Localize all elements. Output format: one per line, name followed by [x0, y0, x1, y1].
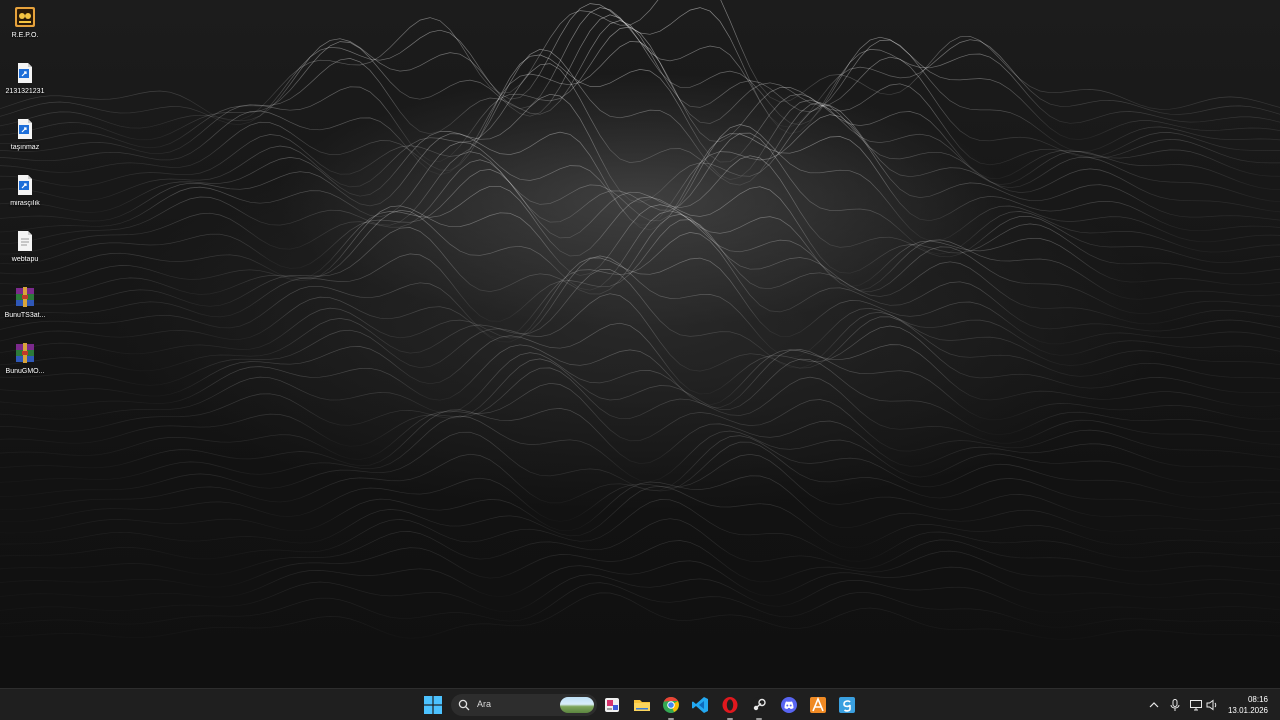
mesh-line — [0, 382, 1280, 460]
shortcut-file-icon — [13, 173, 37, 197]
steam-icon — [751, 697, 767, 713]
vscode-icon — [692, 697, 708, 713]
clock-time: 08:16 — [1247, 695, 1268, 704]
tray-clock[interactable]: 08:16 13.01.2026 — [1228, 694, 1268, 716]
desktop-icon-label: BunuTS3at... — [4, 312, 46, 319]
desktop-icon-mirascilik[interactable]: mirasçılık — [0, 171, 50, 221]
mesh-line — [0, 14, 1280, 141]
mesh-line — [0, 48, 1280, 191]
mesh-line — [0, 63, 1280, 203]
search-placeholder: Ara — [477, 699, 492, 709]
taskbar-search-box[interactable]: Ara — [451, 694, 597, 716]
search-icon — [458, 699, 470, 711]
network-monitor-icon — [1190, 700, 1202, 711]
mesh-line — [0, 3, 1280, 128]
tray-volume[interactable] — [1205, 698, 1219, 712]
desktop-icon-label: taşınmaz — [10, 144, 40, 151]
mesh-line — [0, 255, 1280, 358]
desktop-icon-label: mirasçılık — [10, 200, 40, 207]
tray-overflow-chevron[interactable] — [1147, 698, 1161, 712]
repo-game-icon — [13, 5, 37, 29]
taskbar-app-vscode[interactable] — [690, 695, 710, 715]
desktop-icon-label: R.E.P.O. — [11, 32, 39, 39]
mesh-line — [0, 592, 1280, 640]
snipping-tool-icon — [605, 698, 619, 712]
mesh-line — [0, 20, 1280, 152]
taskbar-app-discord[interactable] — [779, 695, 799, 715]
tray-network[interactable] — [1189, 698, 1203, 712]
chevron-up-icon — [1149, 702, 1159, 708]
opera-icon — [722, 697, 738, 713]
microphone-icon — [1170, 699, 1180, 711]
start-button[interactable] — [424, 696, 442, 714]
desktop-icon-label: BunuGMO... — [5, 368, 45, 375]
desktop-icon-bunuts3at[interactable]: BunuTS3at... — [0, 283, 50, 333]
desktop-icon-2131321231[interactable]: 2131321231 — [0, 59, 50, 109]
taskbar: Ara 08:16 13.01.2026 — [0, 688, 1280, 720]
desktop-wallpaper — [0, 0, 1280, 688]
mesh-line — [0, 232, 1280, 340]
speaker-icon — [1206, 699, 1217, 711]
shortcut-file-icon — [13, 61, 37, 85]
mesh-line — [0, 518, 1280, 576]
desktop-icon-label: 2131321231 — [5, 88, 45, 95]
desktop-icon-label: webtapu — [11, 256, 39, 263]
blue-g-icon — [839, 697, 855, 713]
mesh-line — [0, 133, 1280, 233]
search-highlight-image — [560, 697, 594, 713]
taskbar-app-opera[interactable] — [720, 695, 740, 720]
mesh-line — [0, 441, 1280, 511]
mesh-line — [0, 41, 1280, 176]
desktop-icon-repo[interactable]: R.E.P.O. — [0, 3, 50, 53]
windows-logo-icon — [424, 696, 442, 714]
tray-microphone[interactable] — [1168, 698, 1182, 712]
taskbar-app-blue-g[interactable] — [837, 695, 857, 715]
mesh-line — [0, 7, 1280, 134]
winrar-archive-icon — [13, 285, 37, 309]
mesh-line — [0, 367, 1280, 447]
orange-a-icon — [810, 696, 826, 713]
taskbar-app-orange[interactable] — [808, 695, 828, 715]
mesh-line — [0, 219, 1280, 325]
mesh-line — [0, 26, 1280, 162]
taskbar-app-snipping-tool[interactable] — [602, 695, 622, 715]
chrome-icon — [663, 696, 679, 713]
discord-icon — [781, 697, 797, 713]
mesh-line — [0, 293, 1280, 386]
mesh-line — [0, 574, 1280, 613]
winrar-archive-icon — [13, 341, 37, 365]
folder-icon — [634, 700, 650, 711]
taskbar-app-steam[interactable] — [749, 695, 769, 720]
shortcut-file-icon — [13, 117, 37, 141]
mesh-line — [0, 124, 1280, 245]
desktop-icon-webtapu[interactable]: webtapu — [0, 227, 50, 277]
mesh-line — [0, 257, 1280, 345]
desktop-icon-bunugmo[interactable]: BunuGMO... — [0, 339, 50, 389]
mesh-line — [0, 213, 1280, 314]
desktop-icon-tasinmaz[interactable]: taşınmaz — [0, 115, 50, 165]
clock-date: 13.01.2026 — [1227, 706, 1268, 715]
text-file-icon — [13, 229, 37, 253]
mesh-line — [0, 560, 1280, 598]
mesh-line — [0, 114, 1280, 226]
mesh-line — [0, 415, 1280, 483]
mesh-line — [0, 540, 1280, 588]
mesh-line — [0, 485, 1280, 549]
mesh-line — [0, 209, 1280, 300]
mesh-line — [0, 408, 1280, 470]
taskbar-app-chrome[interactable] — [661, 695, 681, 720]
wireframe-mesh — [0, 0, 1280, 640]
taskbar-app-file-explorer[interactable] — [632, 695, 652, 715]
mesh-line — [0, 54, 1280, 179]
